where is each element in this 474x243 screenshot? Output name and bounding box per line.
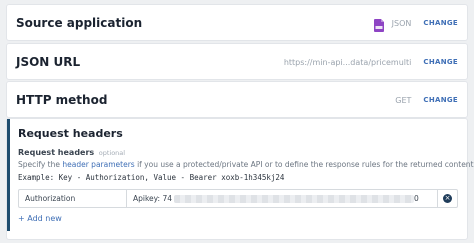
header-key-input[interactable]: Authorization xyxy=(19,190,127,207)
http-method-title: HTTP method xyxy=(16,93,108,107)
json-url-row: JSON URL https://min-api...data/pricemul… xyxy=(7,44,467,80)
request-headers-field-label: Request headers optional xyxy=(18,148,458,157)
json-url-title: JSON URL xyxy=(16,55,81,69)
request-headers-card: Request headers Request headers optional… xyxy=(6,118,474,240)
change-http-method-button[interactable]: CHANGE xyxy=(423,96,458,104)
optional-tag: optional xyxy=(98,149,126,157)
source-application-title: Source application xyxy=(16,16,143,30)
change-source-application-button[interactable]: CHANGE xyxy=(423,19,458,27)
http-method-card: HTTP method GET CHANGE xyxy=(6,81,468,118)
source-application-card: Source application JSON CHANGE xyxy=(6,4,468,41)
header-row: Authorization Apikey: 74 0 × xyxy=(18,189,458,208)
header-delete-cell: × xyxy=(437,190,457,207)
http-method-value: GET xyxy=(395,95,412,105)
http-method-row: HTTP method GET CHANGE xyxy=(7,82,467,118)
request-headers-panel: Request headers Request headers optional… xyxy=(7,119,474,231)
json-url-card: JSON URL https://min-api...data/pricemul… xyxy=(6,43,468,80)
redacted-value xyxy=(174,194,415,203)
request-headers-sub-label: Request headers xyxy=(18,148,95,157)
header-value-prefix: Apikey: 74 xyxy=(133,194,173,203)
header-key-value: Authorization xyxy=(25,194,76,203)
json-file-icon xyxy=(373,17,384,32)
request-headers-example: Example: Key - Authorization, Value - Be… xyxy=(18,173,285,182)
request-headers-description: Specify the header parameters if you use… xyxy=(18,160,474,169)
header-parameters-link[interactable]: header parameters xyxy=(62,160,134,169)
description-text-end: if you use a protected/private API or to… xyxy=(134,160,474,169)
request-headers-title: Request headers xyxy=(18,127,123,140)
header-value-suffix: 0 xyxy=(414,194,419,203)
remove-header-icon[interactable]: × xyxy=(443,194,452,203)
change-json-url-button[interactable]: CHANGE xyxy=(423,58,458,66)
source-application-row: Source application JSON CHANGE xyxy=(7,5,467,41)
header-value-input[interactable]: Apikey: 74 0 xyxy=(127,190,437,207)
source-application-value: JSON xyxy=(391,18,412,28)
description-text-start: Specify the xyxy=(18,160,63,169)
add-new-header-button[interactable]: + Add new xyxy=(18,214,458,223)
json-url-value: https://min-api...data/pricemulti xyxy=(283,57,412,67)
